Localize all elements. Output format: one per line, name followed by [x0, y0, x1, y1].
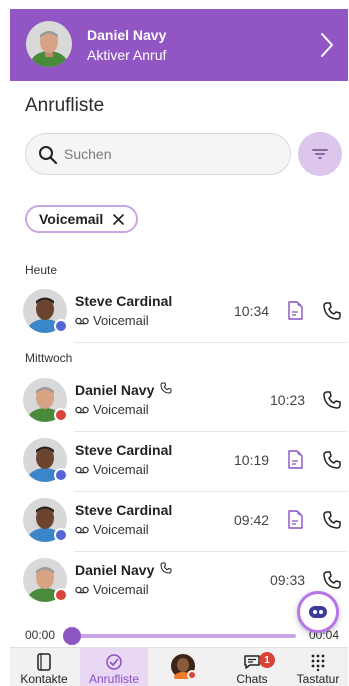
tab-profile[interactable]: [152, 648, 214, 686]
tab-contacts[interactable]: Kontakte: [10, 648, 78, 686]
call-type: Voicemail: [75, 522, 149, 537]
player-progress-track[interactable]: [72, 634, 296, 638]
transcript-icon[interactable]: [286, 450, 304, 470]
player-scrubber-knob[interactable]: [63, 627, 81, 645]
voicemail-icon: [75, 526, 89, 533]
bottom-tab-bar: Kontakte Anrufliste Chats 1 Tastatur: [10, 647, 348, 686]
call-list-row[interactable]: Daniel Navy Voicemail 10:23: [10, 374, 348, 432]
dialpad-icon: [311, 654, 325, 671]
phone-icon[interactable]: [322, 510, 342, 530]
presence-indicator: [187, 670, 197, 680]
call-type-label: Voicemail: [93, 582, 149, 597]
call-type: Voicemail: [75, 402, 149, 417]
call-time: 09:33: [270, 572, 306, 588]
phone-icon[interactable]: [322, 301, 342, 321]
caller-name: Daniel Navy: [87, 27, 167, 43]
phone-small-icon: [160, 562, 172, 574]
call-type: Voicemail: [75, 462, 149, 477]
presence-indicator: [54, 319, 68, 333]
divider: [74, 491, 348, 492]
contact-name: Steve Cardinal: [75, 502, 173, 518]
copilot-icon: [309, 606, 327, 618]
phone-book-icon: [37, 653, 51, 671]
page-title: Anrufliste: [25, 95, 105, 116]
presence-indicator: [54, 408, 68, 422]
chevron-right-icon[interactable]: [318, 31, 336, 59]
presence-indicator: [54, 588, 68, 602]
call-list-row[interactable]: Steve Cardinal Voicemail 10:19: [10, 434, 348, 492]
phone-icon[interactable]: [322, 390, 342, 410]
divider: [74, 431, 348, 432]
divider: [74, 551, 348, 552]
call-history-icon: [106, 654, 122, 670]
divider: [74, 342, 348, 343]
presence-indicator: [54, 468, 68, 482]
active-call-banner[interactable]: Daniel Navy Aktiver Anruf: [10, 9, 348, 81]
call-type-label: Voicemail: [93, 402, 149, 417]
contact-name: Daniel Navy: [75, 382, 155, 398]
close-icon[interactable]: [113, 213, 125, 225]
search-box[interactable]: [25, 133, 291, 175]
unread-badge: 1: [259, 652, 275, 668]
tab-label: Tastatur: [296, 672, 340, 686]
call-type: Voicemail: [75, 582, 149, 597]
transcript-icon[interactable]: [286, 301, 304, 321]
tab-label: Chats: [236, 672, 268, 686]
presence-indicator: [54, 528, 68, 542]
call-type-label: Voicemail: [93, 313, 149, 328]
filter-chip-voicemail[interactable]: Voicemail: [25, 205, 139, 233]
tab-label: Kontakte: [20, 672, 68, 686]
call-list-row[interactable]: Steve Cardinal Voicemail 10:34: [10, 285, 348, 343]
phone-icon[interactable]: [322, 450, 342, 470]
phone-icon[interactable]: [322, 570, 342, 590]
search-input[interactable]: [64, 134, 279, 174]
tab-label: Anrufliste: [88, 672, 140, 686]
call-type: Voicemail: [75, 313, 149, 328]
phone-small-icon: [160, 382, 172, 394]
call-list-row[interactable]: Steve Cardinal Voicemail 09:42: [10, 494, 348, 552]
filter-icon: [312, 149, 328, 159]
copilot-button[interactable]: [297, 591, 339, 633]
player-current-time: 00:00: [25, 628, 56, 642]
contact-name: Steve Cardinal: [75, 442, 173, 458]
call-time: 10:19: [234, 452, 270, 468]
call-time: 10:23: [270, 392, 306, 408]
caller-avatar: [26, 21, 72, 67]
call-list-row[interactable]: Daniel Navy Voicemail 09:33: [10, 554, 348, 610]
voicemail-player: 00:00 00:04: [25, 620, 345, 650]
call-time: 10:34: [234, 303, 270, 319]
voicemail-icon: [75, 586, 89, 593]
contact-name: Daniel Navy: [75, 562, 155, 578]
transcript-icon[interactable]: [286, 510, 304, 530]
tab-dialpad[interactable]: Tastatur: [288, 648, 348, 686]
filter-chip-label: Voicemail: [39, 211, 104, 227]
voicemail-icon: [75, 406, 89, 413]
section-header-today: Heute: [25, 263, 58, 277]
tab-chats[interactable]: Chats 1: [218, 648, 286, 686]
voicemail-icon: [75, 317, 89, 324]
call-type-label: Voicemail: [93, 462, 149, 477]
call-type-label: Voicemail: [93, 522, 149, 537]
section-header-wednesday: Mittwoch: [25, 351, 73, 365]
search-icon: [39, 146, 58, 165]
call-status: Aktiver Anruf: [87, 47, 167, 63]
tab-call-history[interactable]: Anrufliste: [80, 648, 148, 686]
filter-button[interactable]: [298, 132, 342, 176]
contact-name: Steve Cardinal: [75, 293, 173, 309]
call-time: 09:42: [234, 512, 270, 528]
voicemail-icon: [75, 466, 89, 473]
